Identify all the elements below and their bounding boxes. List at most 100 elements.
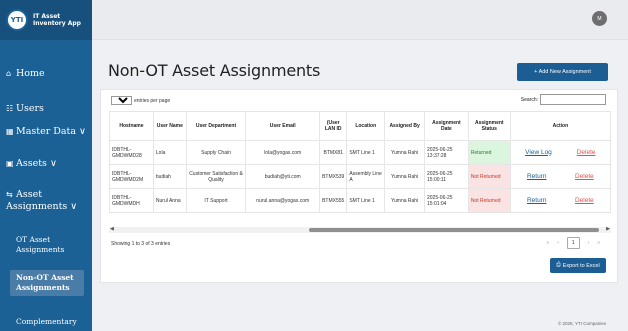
col-header-assigned-by[interactable]: Assigned By — [384, 111, 425, 141]
col-header-action[interactable]: Action — [509, 111, 612, 141]
subitem-label: OT Asset — [16, 235, 51, 244]
users-icon: ☷ — [6, 104, 14, 113]
printer-icon: ⎙ — [556, 262, 561, 268]
cell-email: budiah@yti.com — [245, 164, 321, 189]
app-name-line1: IT Asset — [33, 13, 61, 20]
sidebar-item-label: Asset — [16, 189, 43, 200]
subitem-label: Non-OT Asset — [16, 273, 74, 282]
cell-department: Customer Satisfaction & Quality — [185, 164, 247, 189]
col-header-user-name[interactable]: User Name — [152, 111, 187, 141]
cell-lan-id: BTMX555 — [319, 188, 348, 213]
search: Search: — [521, 94, 606, 105]
cell-email: lola@yogas.com — [245, 140, 321, 165]
subitem-label-line2: Assignments — [16, 245, 65, 254]
col-header-user-department[interactable]: User Department — [185, 111, 247, 141]
cell-assigned-by: Yumna Rahi — [384, 188, 425, 213]
scrollbar-thumb[interactable] — [309, 228, 599, 232]
cell-status: Not Returned — [467, 164, 511, 189]
col-header-hostname[interactable]: Hostname — [109, 111, 154, 141]
table-row: IDBTHL-GMDWMDH Nurul Anna IT Support nur… — [109, 188, 612, 213]
cell-department: Supply Chain — [185, 140, 247, 165]
cell-user-name: budiah — [152, 164, 187, 189]
pager-prev-icon[interactable]: ‹ — [557, 240, 559, 246]
view-log-link[interactable]: View Log — [525, 149, 552, 156]
avatar[interactable]: M — [592, 11, 607, 26]
col-header-assignment-status[interactable]: Assignment Status — [467, 111, 511, 141]
assignments-card: 10 entries per page Search: Hostname Use… — [100, 89, 618, 283]
sidebar-item-master-data[interactable]: ▦ Master Data ∨ — [0, 126, 92, 138]
delete-link[interactable]: Delete — [575, 173, 594, 180]
cell-action: Return Delete — [509, 188, 612, 213]
search-input[interactable] — [540, 94, 606, 105]
app-name: IT Asset Inventory App — [33, 13, 81, 27]
cell-assigned-by: Yumna Rahi — [384, 164, 425, 189]
pager-last-icon[interactable]: » — [597, 240, 600, 246]
assets-icon: ▣ — [6, 159, 14, 168]
cell-lan-id: BTMX539 — [319, 164, 348, 189]
export-label: Export to Excel — [562, 262, 600, 269]
sidebar-item-label: Home — [16, 68, 45, 79]
cell-status: Not Returned — [467, 188, 511, 213]
delete-link[interactable]: Delete — [577, 149, 596, 156]
top-bar: M — [92, 0, 628, 40]
col-header-location[interactable]: Location — [346, 111, 386, 141]
col-header-assignment-date[interactable]: Assignment Date — [424, 111, 469, 141]
page-title: Non-OT Asset Assignments — [108, 61, 321, 80]
app-logo: YTI — [6, 9, 28, 31]
sidebar-item-label: Users — [16, 103, 44, 114]
horizontal-scrollbar[interactable]: ◀ ▶ — [109, 226, 611, 233]
return-link[interactable]: Return — [527, 173, 547, 180]
table-row: IDBTHL-GMDWMD2M budiah Customer Satisfac… — [109, 164, 612, 189]
sidebar-item-label: Assets ∨ — [16, 158, 57, 169]
pager-next-icon[interactable]: › — [588, 240, 590, 246]
entries-label: entries per page — [134, 97, 171, 104]
sidebar-subitem-complementary[interactable]: Complementary — [10, 314, 84, 330]
col-header-user-email[interactable]: User Email — [245, 111, 321, 141]
table-header-row: Hostname User Name User Department User … — [109, 111, 612, 141]
sidebar-item-users[interactable]: ☷ Users — [0, 103, 92, 115]
export-to-excel-button[interactable]: ⎙ Export to Excel — [550, 258, 606, 273]
subitem-label-line2: Assignments — [16, 283, 70, 292]
cell-date: 2025-06-25 13:37:28 — [424, 140, 469, 165]
sidebar-item-home[interactable]: ⌂ Home — [0, 68, 92, 80]
delete-link[interactable]: Delete — [575, 197, 594, 204]
cell-location: SMT Line 1 — [346, 188, 386, 213]
pagination: « ‹ 1 › » — [542, 237, 604, 249]
cell-email: nurul.anna@yogas.com — [245, 188, 321, 213]
sidebar-item-label: Master Data ∨ — [16, 126, 87, 137]
cell-hostname: IDBTHL-GMDWMD2M — [109, 164, 154, 189]
scroll-right-icon[interactable]: ▶ — [606, 226, 610, 232]
pager-current-page[interactable]: 1 — [566, 237, 580, 249]
assignments-table: Hostname User Name User Department User … — [109, 111, 612, 213]
cell-user-name: Nurul Anna — [152, 188, 187, 213]
scroll-left-icon[interactable]: ◀ — [110, 226, 114, 232]
cell-user-name: Lola — [152, 140, 187, 165]
add-new-assignment-button[interactable]: + Add New Assignment — [517, 63, 608, 81]
swap-icon: ⇆ — [6, 190, 13, 199]
cell-action: View Log Delete — [509, 140, 612, 165]
table-row: IDBTHL-GMDWMD28 Lola Supply Chain lola@y… — [109, 140, 612, 165]
entries-select[interactable]: 10 — [111, 96, 132, 105]
cell-assigned-by: Yumna Rahi — [384, 140, 425, 165]
return-link[interactable]: Return — [527, 197, 547, 204]
sidebar-subitem-ot-asset-assignments[interactable]: OT Asset Assignments — [10, 232, 84, 258]
col-header-user-lan-id[interactable]: (User LAN ID — [319, 111, 348, 141]
database-icon: ▦ — [6, 127, 14, 136]
cell-status: Returned — [467, 140, 511, 165]
cell-action: Return Delete — [509, 164, 612, 189]
sidebar-item-label-line2: Assignments ∨ — [6, 201, 78, 212]
home-icon: ⌂ — [6, 69, 12, 78]
cell-department: IT Support — [185, 188, 247, 213]
sidebar-subitem-non-ot-asset-assignments[interactable]: Non-OT Asset Assignments — [10, 270, 84, 296]
entries-per-page: 10 entries per page — [111, 96, 170, 105]
footer-copyright: © 2025, YTI Companies — [557, 321, 606, 326]
pager-first-icon[interactable]: « — [546, 240, 549, 246]
cell-location: SMT Line 1 — [346, 140, 386, 165]
sidebar-item-assets[interactable]: ▣ Assets ∨ — [0, 158, 92, 170]
cell-location: Assembly Line A — [346, 164, 386, 189]
brand[interactable]: YTI IT Asset Inventory App — [0, 0, 92, 40]
sidebar-item-asset-assignments[interactable]: ⇆ Asset Assignments ∨ — [0, 189, 92, 213]
showing-entries: Showing 1 to 3 of 3 entries — [111, 241, 171, 247]
cell-lan-id: BTMX81 — [319, 140, 348, 165]
cell-hostname: IDBTHL-GMDWMD28 — [109, 140, 154, 165]
